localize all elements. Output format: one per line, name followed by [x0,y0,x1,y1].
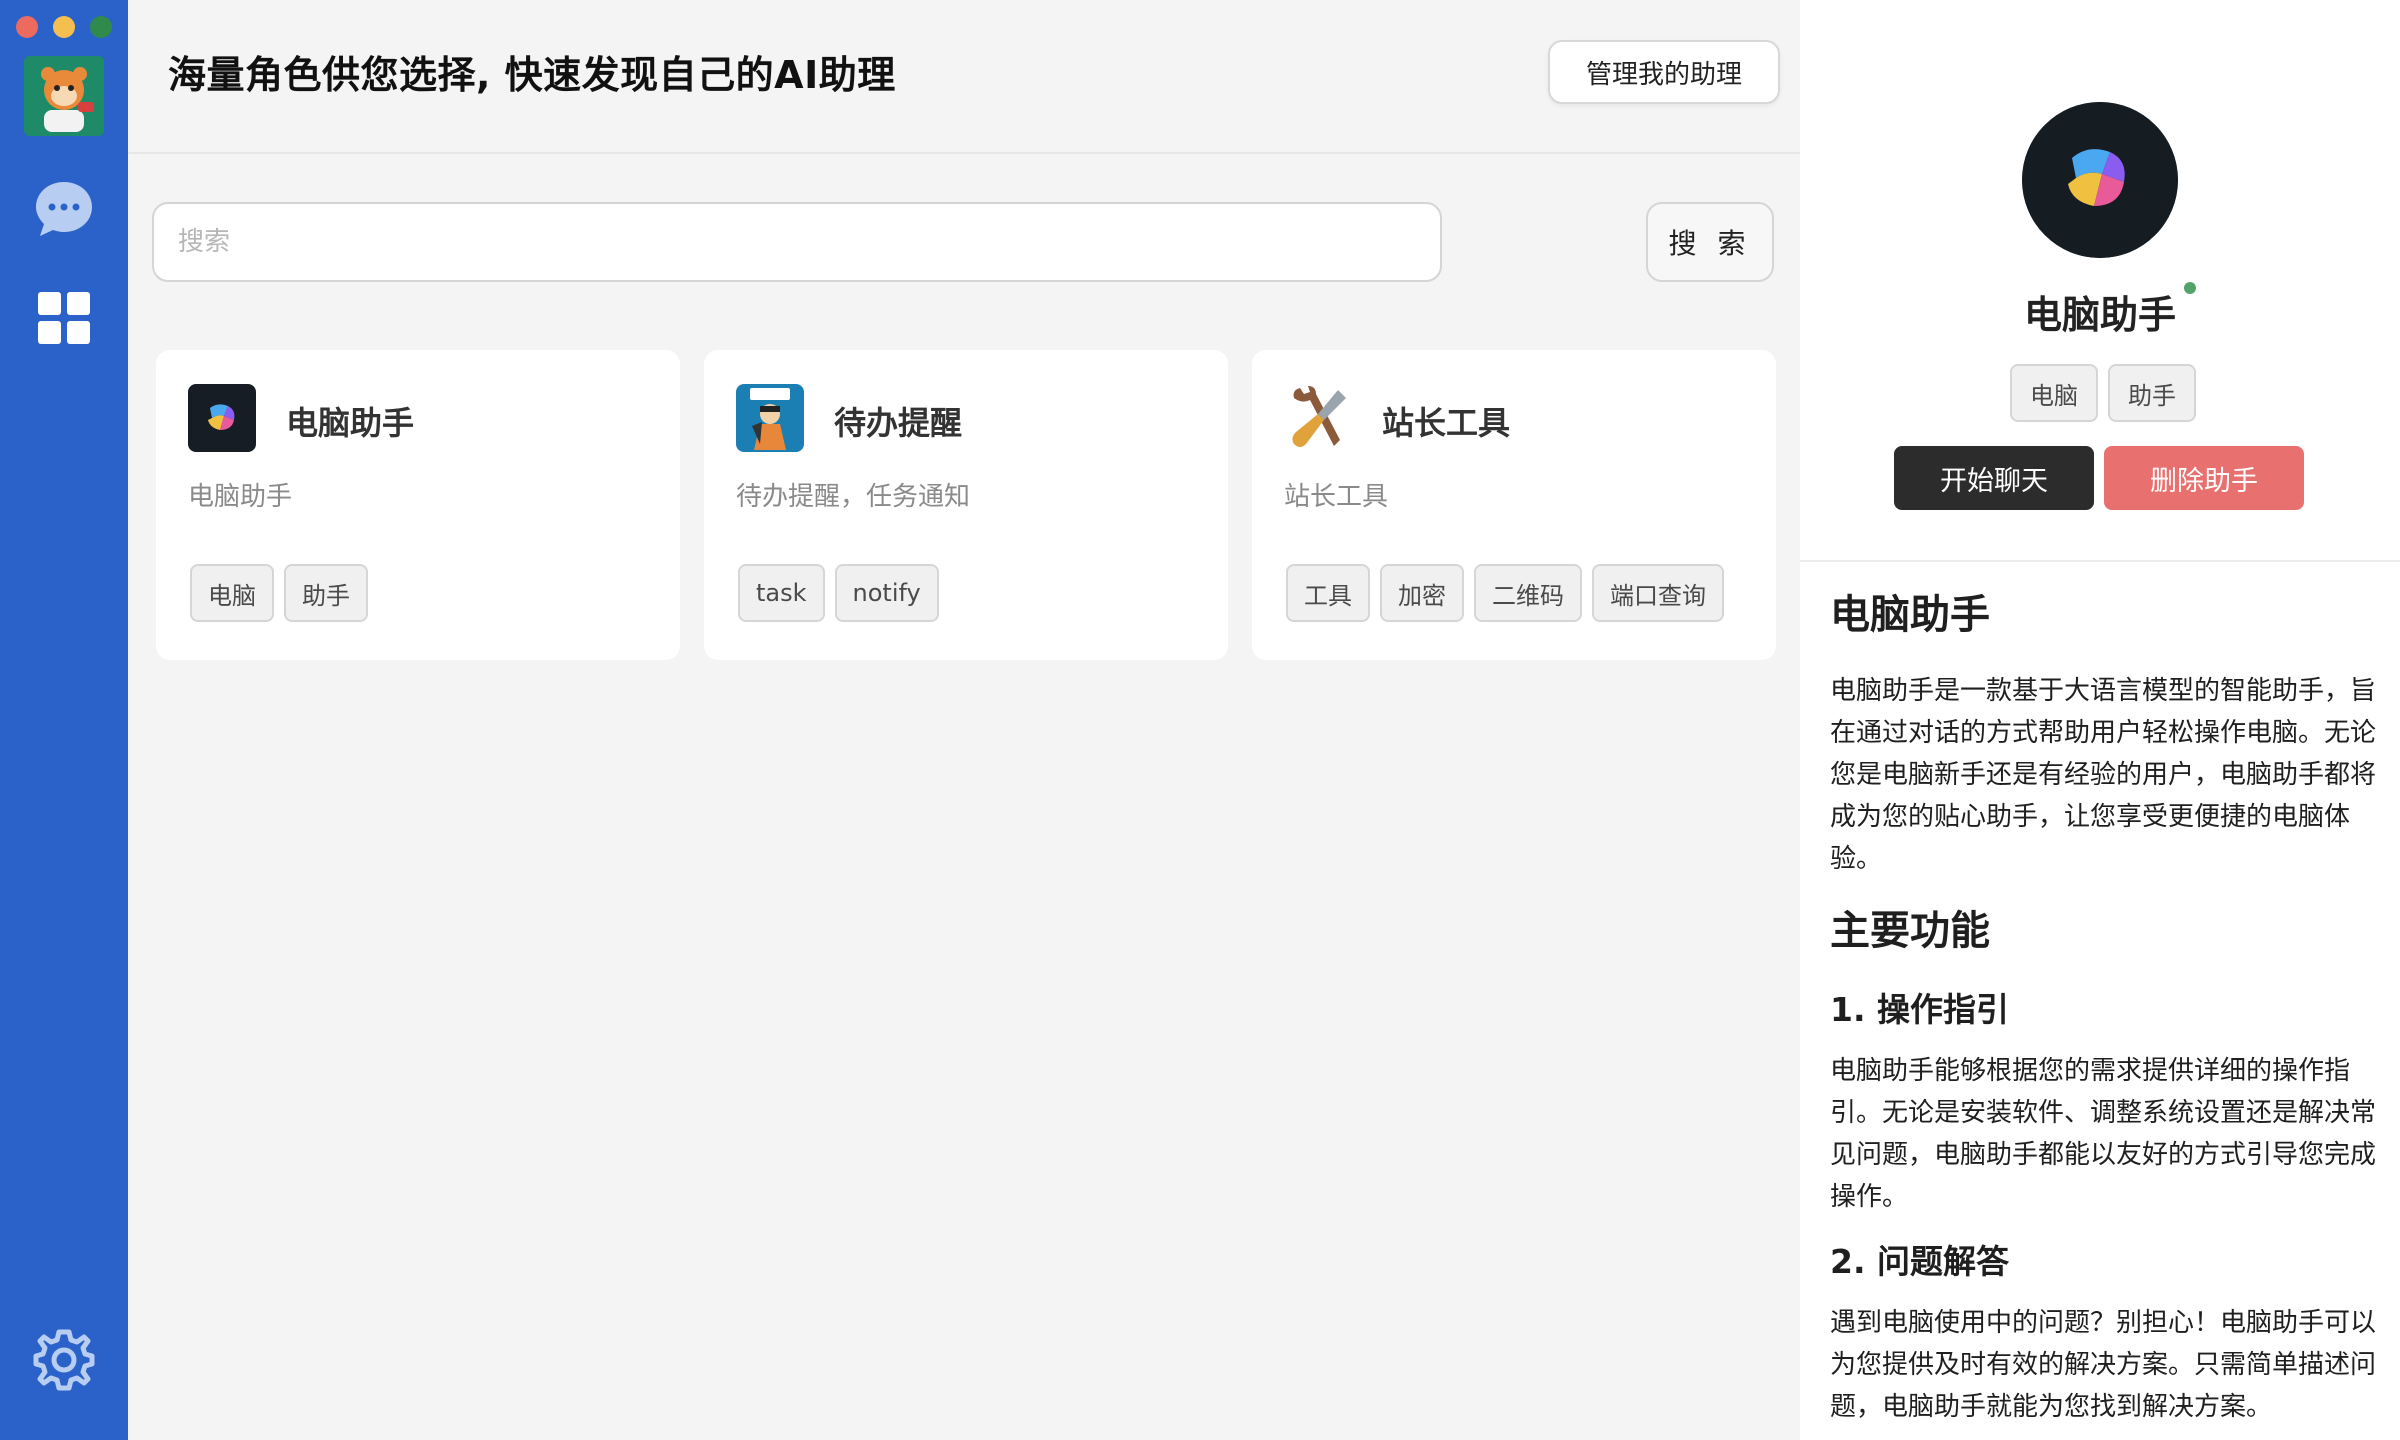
nav-assistant-market[interactable] [36,290,92,346]
avatar[interactable] [24,56,104,136]
doc-paragraph: 电脑助手能够根据您的需求提供详细的操作指引。无论是安装软件、调整系统设置还是解决… [1830,1056,2377,1212]
start-chat-button[interactable]: 开始聊天 [1894,446,2094,510]
online-status-dot [2184,282,2196,294]
tag: 端口查询 [1592,564,1724,622]
delete-assistant-button[interactable]: 删除助手 [2104,446,2304,510]
grid-icon [38,292,90,344]
tag: 加密 [1380,564,1464,622]
chat-bubble-icon [36,182,92,236]
app-window: 海量角色供您选择, 快速发现自己的AI助理 管理我的助理 搜 索 电脑助手 [0,0,2400,1440]
doc-paragraph: 电脑助手是一款基于大语言模型的智能助手，旨在通过对话的方式帮助用户轻松操作电脑。… [1830,676,2377,874]
doc-subheading: 1. 操作指引 [1830,990,2009,1029]
assistant-detail-panel: 电脑助手 电脑 助手 开始聊天 删除助手 电脑助手 电脑助手是一款基于大语言模型… [1800,0,2400,1440]
doc-subheading: 2. 问题解答 [1830,1242,2009,1281]
gear-icon [33,1329,95,1391]
window-controls [16,16,112,38]
zoom-window-button[interactable] [90,16,112,38]
tag: 助手 [284,564,368,622]
minimize-window-button[interactable] [53,16,75,38]
manage-assistants-button[interactable]: 管理我的助理 [1548,40,1780,104]
copilot-icon [2022,102,2178,258]
tag: 二维码 [1474,564,1582,622]
close-window-button[interactable] [16,16,38,38]
header: 海量角色供您选择, 快速发现自己的AI助理 管理我的助理 [128,0,1800,154]
todo-icon [736,384,804,452]
sidebar [0,0,128,1440]
card-title: 站长工具 [1382,404,1511,442]
doc-heading: 主要功能 [1830,908,1990,954]
doc-paragraph: 遇到电脑使用中的问题？别担心！电脑助手可以为您提供及时有效的解决方案。只需简单描… [1830,1308,2377,1422]
tag: 电脑 [190,564,274,622]
card-description: 电脑助手 [188,482,293,512]
tag: 工具 [1286,564,1370,622]
tag: 助手 [2108,364,2196,422]
assistant-tags: 电脑 助手 [2010,364,2196,422]
card-tags: 工具 加密 二维码 端口查询 [1286,564,1724,622]
card-description: 待办提醒，任务通知 [736,482,971,512]
tag: task [738,564,825,622]
card-description: 站长工具 [1284,482,1389,512]
main-content: 海量角色供您选择, 快速发现自己的AI助理 管理我的助理 搜 索 电脑助手 [128,0,1800,1440]
assistant-card-webmaster-tools[interactable]: 站长工具 站长工具 工具 加密 二维码 端口查询 [1252,350,1776,660]
assistant-card-list: 电脑助手 电脑助手 电脑 助手 待办提醒 待办提醒，任务通知 task noti… [156,350,1776,660]
card-title: 电脑助手 [286,404,415,442]
page-title: 海量角色供您选择, 快速发现自己的AI助理 [168,53,896,97]
cartoon-avatar-icon [24,56,104,136]
search-button[interactable]: 搜 索 [1646,202,1774,282]
card-title: 待办提醒 [834,404,963,442]
assistant-description: 电脑助手 电脑助手是一款基于大语言模型的智能助手，旨在通过对话的方式帮助用户轻松… [1830,586,2380,1440]
assistant-name: 电脑助手 [2023,293,2176,337]
search-input[interactable] [152,202,1442,282]
nav-settings[interactable] [30,1326,98,1394]
card-tags: 电脑 助手 [190,564,368,622]
detail-header: 电脑助手 电脑 助手 开始聊天 删除助手 [1800,0,2400,562]
tag: notify [834,564,939,622]
nav-chat[interactable] [32,176,96,240]
copilot-icon [188,384,256,452]
assistant-card-computer[interactable]: 电脑助手 电脑助手 电脑 助手 [156,350,680,660]
assistant-card-todo[interactable]: 待办提醒 待办提醒，任务通知 task notify [704,350,1228,660]
tools-icon [1284,384,1352,452]
card-tags: task notify [738,564,939,622]
tag: 电脑 [2010,364,2098,422]
doc-heading: 电脑助手 [1830,592,1990,638]
